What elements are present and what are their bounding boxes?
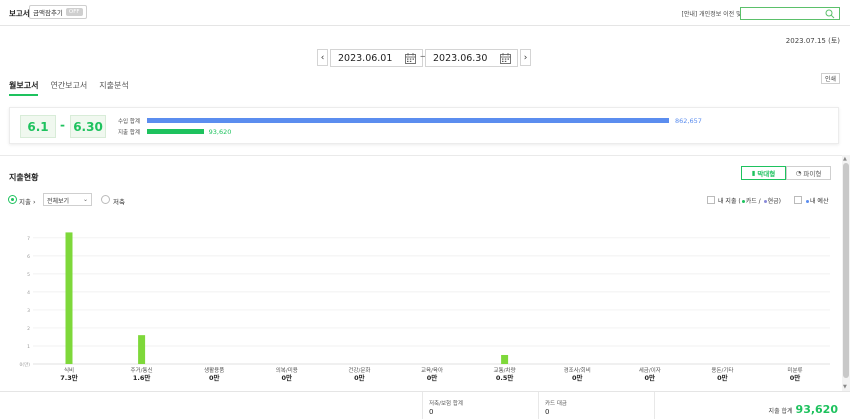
summary-panel: 6.1 - 6.30 수입 합계 862,657 지출 합계 93,620	[9, 107, 839, 144]
card-debt-cell: 카드 대금 0	[538, 392, 654, 419]
hide-amount-label: 금액잠추기	[33, 9, 63, 17]
bar[interactable]	[65, 232, 73, 364]
save-total-label: 저축/보험 합계	[429, 401, 463, 407]
brand-title: 보고서	[9, 9, 30, 18]
bar-value-label: 0만	[209, 373, 220, 382]
x-tick-label: 의복/미용	[276, 366, 298, 374]
expense-title: 지출현황	[9, 173, 39, 182]
period-end: 6.30	[70, 115, 106, 138]
bar-value-label: 0만	[572, 373, 583, 382]
bar-value-label: 0만	[282, 373, 293, 382]
period-dash: -	[60, 118, 65, 132]
off-badge: OFF	[65, 8, 83, 16]
x-tick-label: 주거/통신	[131, 366, 153, 374]
bar-value-label: 0만	[790, 373, 801, 382]
cash-dot-icon	[763, 200, 767, 203]
expense-bar-chart: 76543210(만)식비7.3만주거/통신1.6만생활용품0만의복/미용0만건…	[19, 232, 830, 382]
x-tick-label: 경조사/회비	[564, 366, 591, 374]
prev-month-button[interactable]: ‹	[317, 49, 328, 66]
pie-view-label: 파이형	[803, 170, 822, 178]
my-expense-checkbox[interactable]	[707, 196, 715, 204]
y-tick-label: 4	[27, 290, 30, 296]
search-icon[interactable]	[825, 9, 835, 19]
bar-value-label: 0만	[717, 373, 728, 382]
x-tick-label: 생활용품	[204, 366, 224, 374]
x-tick-label: 식비	[64, 366, 74, 374]
bar-value-label: 0만	[427, 373, 438, 382]
x-tick-label: 용돈/기타	[711, 366, 733, 374]
expense-total-label: 지출 합계	[768, 408, 793, 415]
y-tick-label: 1	[27, 344, 30, 350]
y-tick-label: 7	[27, 236, 30, 242]
budget-dot-icon	[806, 200, 809, 203]
start-date-field[interactable]: 2023.06.01	[330, 49, 423, 67]
expense-value: 93,620	[208, 127, 232, 136]
x-tick-label: 세금/이자	[639, 366, 661, 374]
my-expense-label: 내 지출 (카드 / 현금)	[718, 198, 781, 205]
card-debt-label: 카드 대금	[545, 401, 567, 407]
tab-annual[interactable]: 연간보고서	[50, 80, 87, 96]
save-radio-label: 저축	[113, 198, 125, 206]
x-tick-label: 교통/차량	[494, 366, 516, 374]
pie-view-button[interactable]: ◔ 파이형	[786, 166, 831, 180]
search-input[interactable]	[740, 7, 840, 20]
y-tick-label: 2	[27, 326, 30, 332]
x-tick-label: 미분류	[787, 366, 802, 374]
save-total-cell: 저축/보험 합계 0	[422, 392, 530, 419]
expense-bar	[147, 129, 204, 134]
y-tick-label: 6	[27, 254, 30, 260]
chevron-down-icon: ⌄	[82, 196, 88, 203]
print-button[interactable]: 인쇄	[820, 73, 840, 84]
expense-total-value: 93,620	[795, 403, 838, 416]
bar-value-label: 7.3만	[60, 373, 78, 382]
end-date-value: 2023.06.30	[433, 53, 488, 64]
y-tick-label: 0(만)	[19, 361, 30, 368]
bar-chart-icon: ▮	[751, 169, 756, 177]
pie-chart-icon: ◔	[795, 169, 802, 177]
next-month-button[interactable]: ›	[520, 49, 531, 66]
period-start: 6.1	[20, 115, 56, 138]
card-dot-icon	[741, 200, 745, 203]
top-bar: 보고서 금액잠추기 OFF [안내] 개인정보 이전 및 이용약.	[0, 0, 850, 26]
y-tick-label: 3	[27, 308, 30, 314]
scroll-up-icon[interactable]: ▲	[843, 156, 847, 162]
category-select-value: 전체보기	[47, 198, 70, 205]
x-tick-label: 건강/문화	[348, 367, 370, 374]
footer-summary: 저축/보험 합계 0 카드 대금 0	[0, 391, 850, 419]
income-label: 수입 합계	[118, 119, 140, 125]
expense-total: 지출 합계 93,620	[769, 403, 838, 416]
income-value: 862,657	[675, 116, 702, 125]
bar-value-label: 0만	[645, 373, 656, 382]
start-date-value: 2023.06.01	[338, 53, 393, 64]
card-debt-value: 0	[545, 408, 550, 416]
end-date-field[interactable]: 2023.06.30	[425, 49, 518, 67]
bar-view-label: 막대형	[757, 170, 776, 178]
bar-view-button[interactable]: ▮ 막대형	[741, 166, 786, 180]
bar-value-label: 1.6만	[133, 373, 151, 382]
save-total-value: 0	[429, 408, 434, 416]
y-tick-label: 5	[27, 272, 30, 278]
report-tabs: 월보고서 연간보고서 지출분석	[9, 80, 129, 96]
calendar-icon[interactable]	[500, 53, 511, 64]
calendar-icon[interactable]	[405, 53, 416, 64]
budget-checkbox[interactable]	[794, 196, 802, 204]
bar[interactable]	[138, 335, 146, 364]
tab-monthly[interactable]: 월보고서	[9, 80, 39, 96]
bar-value-label: 0만	[354, 373, 365, 382]
income-bar	[147, 118, 669, 123]
category-select[interactable]: 전체보기 ⌄	[43, 193, 92, 206]
today-date: 2023.07.15 (토)	[785, 37, 840, 45]
expense-label: 지출 합계	[118, 130, 140, 136]
bar[interactable]	[501, 354, 509, 364]
save-radio[interactable]	[101, 195, 110, 204]
hide-amount-toggle[interactable]: 금액잠추기 OFF	[29, 5, 87, 19]
bar-value-label: 0.5만	[496, 373, 514, 382]
expense-radio-label: 지출 ›	[19, 198, 36, 206]
tab-analysis[interactable]: 지출분석	[99, 80, 128, 96]
budget-label: 내 예산	[805, 196, 828, 205]
x-tick-label: 교육/육아	[421, 366, 443, 374]
expense-radio[interactable]	[8, 195, 17, 204]
